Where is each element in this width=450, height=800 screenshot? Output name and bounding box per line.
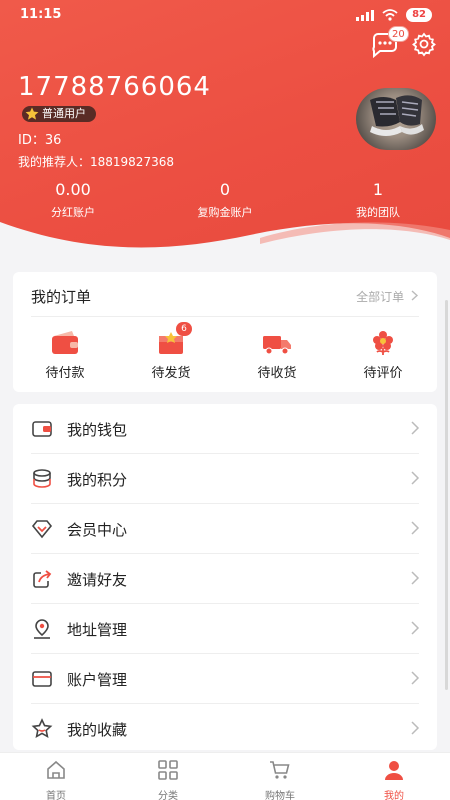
- menu-label: 邀请好友: [67, 571, 128, 589]
- menu-item-account[interactable]: 账户管理: [31, 654, 420, 704]
- tab-label: 分类: [158, 791, 178, 800]
- order-label: 待收货: [257, 366, 297, 381]
- card-icon: [32, 671, 52, 687]
- order-pending-receipt[interactable]: 待收货: [237, 330, 317, 381]
- stat-label: 分红账户: [51, 206, 95, 219]
- wallet-icon: [32, 421, 52, 437]
- bottom-tab-bar: 首页 分类 购物车 我的: [0, 752, 450, 800]
- message-count-badge: 20: [388, 26, 409, 42]
- star-badge-icon: [25, 107, 39, 120]
- tab-cart[interactable]: 购物车: [224, 753, 336, 800]
- chevron-right-icon: [411, 421, 420, 435]
- star-icon: [31, 718, 53, 738]
- stat-repurchase-account[interactable]: 0 复购金账户: [170, 180, 280, 222]
- all-orders-label: 全部订单: [356, 290, 405, 304]
- chevron-right-icon: [411, 290, 419, 301]
- settings-button[interactable]: [411, 31, 437, 57]
- scrollbar[interactable]: [445, 300, 448, 690]
- order-label: 待评价: [363, 366, 403, 381]
- wifi-icon: [382, 9, 398, 21]
- stat-value: 0.00: [55, 180, 91, 199]
- menu-item-favorites[interactable]: 我的收藏: [31, 704, 420, 750]
- location-icon: [34, 619, 50, 639]
- member-level-label: 普通用户: [42, 107, 86, 120]
- chevron-right-icon: [411, 571, 420, 585]
- menu-label: 我的钱包: [67, 421, 128, 439]
- menu-label: 会员中心: [67, 521, 128, 539]
- signal-icon: [356, 9, 375, 21]
- account-stats: 0.00 分红账户 0 复购金账户 1 我的团队: [0, 180, 450, 224]
- order-label: 待付款: [45, 366, 85, 381]
- user-icon: [385, 761, 403, 780]
- chevron-right-icon: [411, 521, 420, 535]
- cart-icon: [270, 761, 290, 779]
- order-label: 待发货: [151, 366, 191, 381]
- stat-value: 0: [219, 180, 231, 199]
- divider: [31, 316, 419, 317]
- orders-card: 我的订单 全部订单 待付款 6 待发货 待收货 待评价: [13, 272, 437, 392]
- status-bar: 11:15 82: [0, 0, 450, 30]
- order-pending-payment[interactable]: 待付款: [25, 330, 105, 381]
- all-orders-link[interactable]: 全部订单: [356, 288, 419, 305]
- tab-label: 购物车: [265, 791, 295, 800]
- truck-icon: [263, 336, 291, 355]
- stat-value: 1: [372, 180, 384, 199]
- stat-label: 我的团队: [356, 206, 400, 219]
- chevron-right-icon: [411, 471, 420, 485]
- order-pending-review[interactable]: 待评价: [343, 330, 423, 381]
- menu-item-address[interactable]: 地址管理: [31, 604, 420, 654]
- orders-title: 我的订单: [31, 288, 92, 306]
- chevron-right-icon: [411, 721, 420, 735]
- diamond-icon: [31, 520, 53, 539]
- menu-label: 账户管理: [67, 671, 128, 689]
- stat-label: 复购金账户: [197, 206, 253, 219]
- grid-icon: [158, 760, 178, 780]
- member-level-badge: 普通用户: [22, 106, 96, 122]
- status-time: 11:15: [20, 7, 62, 22]
- tab-category[interactable]: 分类: [112, 753, 224, 800]
- menu-label: 我的积分: [67, 471, 128, 489]
- menu-label: 我的收藏: [67, 721, 128, 739]
- user-phone: 17788766064: [18, 72, 211, 102]
- avatar[interactable]: [356, 88, 436, 150]
- stat-my-team[interactable]: 1 我的团队: [323, 180, 433, 222]
- flower-icon: [373, 331, 393, 355]
- tab-mine[interactable]: 我的: [338, 753, 450, 800]
- home-icon: [47, 760, 65, 779]
- chevron-right-icon: [411, 671, 420, 685]
- user-id: ID：36: [18, 133, 62, 148]
- tab-label: 首页: [46, 791, 66, 800]
- menu-item-wallet[interactable]: 我的钱包: [31, 404, 420, 454]
- share-icon: [33, 570, 52, 588]
- stat-dividend-account[interactable]: 0.00 分红账户: [18, 180, 128, 222]
- menu-label: 地址管理: [67, 621, 128, 639]
- battery-indicator: 82: [406, 8, 432, 22]
- coins-icon: [33, 469, 51, 488]
- avatar-photo: [370, 95, 424, 136]
- tab-label: 我的: [384, 791, 404, 800]
- order-count-badge: 6: [176, 322, 192, 336]
- tab-home[interactable]: 首页: [0, 753, 112, 800]
- gear-icon: [412, 32, 436, 57]
- menu-list: 我的钱包 我的积分 会员中心 邀请好友 地址管理 账户管理 我的收藏: [13, 404, 437, 750]
- wallet-icon: [52, 331, 78, 354]
- chevron-right-icon: [411, 621, 420, 635]
- menu-item-invite[interactable]: 邀请好友: [31, 554, 420, 604]
- menu-item-membership[interactable]: 会员中心: [31, 504, 420, 554]
- order-pending-shipment[interactable]: 6 待发货: [131, 322, 211, 381]
- menu-item-points[interactable]: 我的积分: [31, 454, 420, 504]
- referrer-info: 我的推荐人：18819827368: [18, 155, 174, 169]
